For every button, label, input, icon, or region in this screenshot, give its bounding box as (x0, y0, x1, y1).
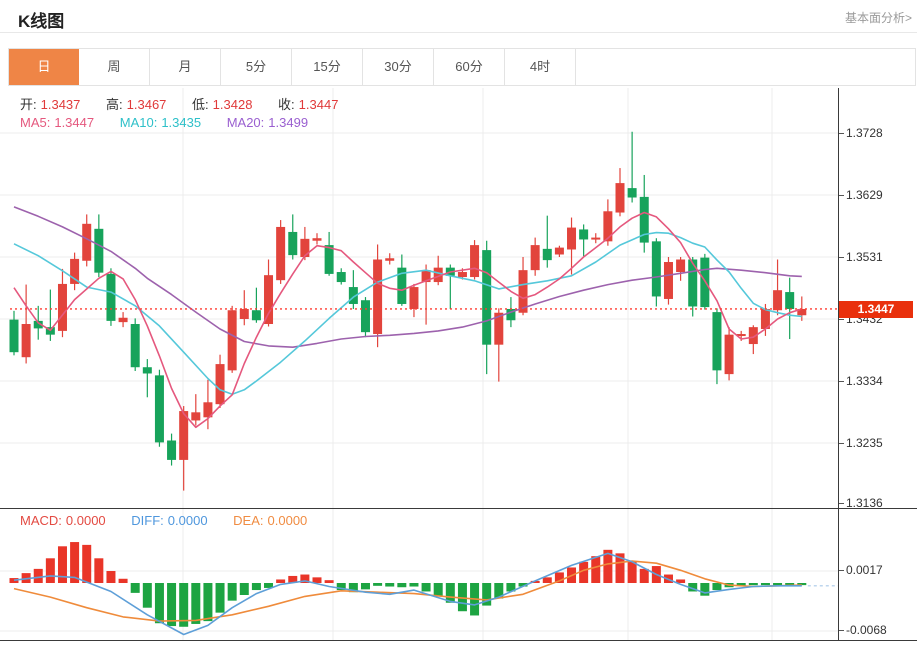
ma10-value: 1.3435 (161, 115, 201, 130)
close-value: 1.3447 (299, 97, 339, 112)
macd-value: 0.0000 (66, 513, 106, 528)
ma20-label: MA20: (227, 115, 265, 130)
fundamental-analysis-link[interactable]: 基本面分析> (845, 9, 912, 26)
dea-value: 0.0000 (268, 513, 308, 528)
ma10-label: MA10: (120, 115, 158, 130)
candlestick-svg (0, 88, 838, 508)
candlestick-chart-canvas[interactable]: 开: 1.3437 高: 1.3467 低: 1.3428 收: 1.3447 MA5:… (0, 88, 838, 508)
price-axis-panel: 1.37281.36291.35311.34321.33341.32351.31… (839, 88, 917, 641)
ma20-value: 1.3499 (268, 115, 308, 130)
tab-30min[interactable]: 30分 (363, 49, 434, 85)
low-label: 低: (192, 97, 209, 112)
price-axis-tick-1.3531: 1.3531 (839, 250, 883, 264)
low-value: 1.3428 (213, 97, 253, 112)
ohlc-legend: 开: 1.3437 高: 1.3467 低: 1.3428 收: 1.3447 (20, 94, 342, 113)
tab-15min[interactable]: 15分 (292, 49, 363, 85)
kline-page: K线图 基本面分析> 日 周 月 5分 15分 30分 60分 4时 开: 1.3… (0, 0, 917, 646)
tab-5min[interactable]: 5分 (221, 49, 292, 85)
price-axis-tick-1.3629: 1.3629 (839, 188, 883, 202)
macd-legend: MACD: 0.0000 DIFF: 0.0000 DEA: 0.0000 (20, 513, 311, 528)
open-label: 开: (20, 97, 37, 112)
header-divider (0, 32, 917, 33)
ma5-label: MA5: (20, 115, 50, 130)
high-value: 1.3467 (127, 97, 167, 112)
macd-svg (0, 509, 838, 640)
price-axis-tick-1.3334: 1.3334 (839, 374, 883, 388)
current-price-badge: 1.3447 (839, 301, 913, 318)
high-label: 高: (106, 97, 123, 112)
macd-axis-tick-0.0017: 0.0017 (839, 563, 883, 577)
price-axis-tick-1.3136: 1.3136 (839, 496, 883, 510)
close-label: 收: (278, 97, 295, 112)
tab-month[interactable]: 月 (150, 49, 221, 85)
macd-axis-tick--0.0068: -0.0068 (839, 623, 887, 637)
tab-60min[interactable]: 60分 (434, 49, 505, 85)
tab-week[interactable]: 周 (79, 49, 150, 85)
tab-4hour[interactable]: 4时 (505, 49, 576, 85)
tabbar-filler (576, 49, 915, 85)
ma5-value: 1.3447 (54, 115, 94, 130)
diff-label: DIFF: (131, 513, 164, 528)
ma-legend: MA5: 1.3447 MA10:1.3435 MA20:1.3499 (20, 115, 312, 130)
interval-tabbar: 日 周 月 5分 15分 30分 60分 4时 (8, 48, 916, 86)
price-axis-tick-1.3728: 1.3728 (839, 126, 883, 140)
page-title: K线图 (18, 7, 64, 32)
diff-value: 0.0000 (168, 513, 208, 528)
dea-label: DEA: (233, 513, 263, 528)
tab-day[interactable]: 日 (9, 49, 79, 85)
open-value: 1.3437 (41, 97, 81, 112)
macd-chart-canvas[interactable]: MACD: 0.0000 DIFF: 0.0000 DEA: 0.0000 (0, 509, 838, 640)
macd-label: MACD: (20, 513, 62, 528)
bottom-border (0, 640, 917, 641)
price-axis-tick-1.3235: 1.3235 (839, 436, 883, 450)
